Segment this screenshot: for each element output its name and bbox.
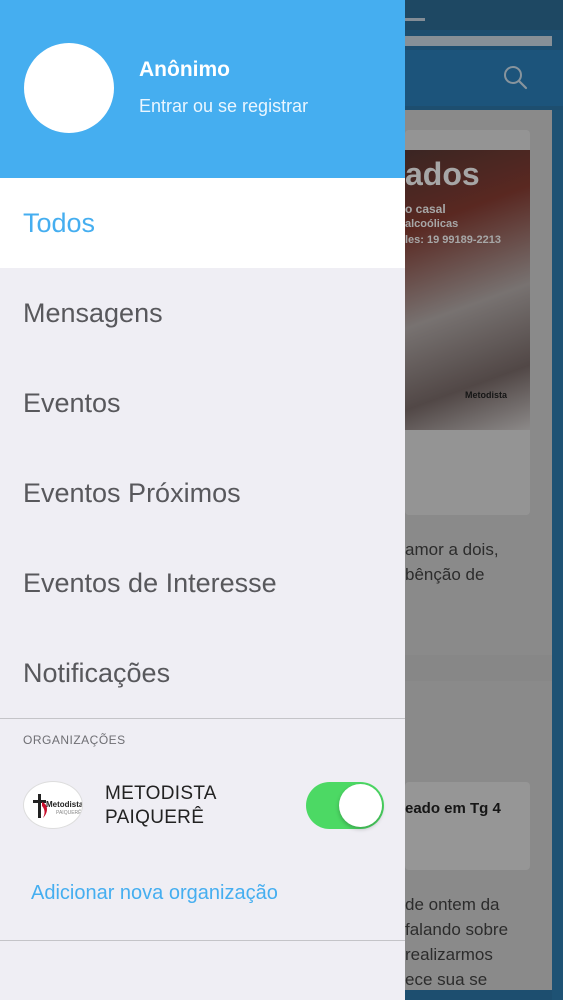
menu-item-eventos[interactable]: Eventos xyxy=(0,358,405,448)
add-organization-link[interactable]: Adicionar nova organização xyxy=(31,882,278,905)
organization-toggle[interactable] xyxy=(306,782,384,829)
toggle-knob xyxy=(339,784,382,827)
menu-item-eventos-proximos[interactable]: Eventos Próximos xyxy=(0,448,405,538)
organization-name: METODISTA PAIQUERÊ xyxy=(105,782,217,830)
user-name: Anônimo xyxy=(139,58,230,81)
navigation-drawer: Anônimo Entrar ou se registrar Todos Men… xyxy=(0,0,405,1000)
organization-row[interactable]: Metodista PAIQUERÊ METODISTA PAIQUERÊ xyxy=(0,770,405,844)
avatar[interactable] xyxy=(24,43,114,133)
organization-name-line2: PAIQUERÊ xyxy=(105,807,205,828)
organizations-section-label: ORGANIZAÇÕES xyxy=(23,733,126,747)
menu-item-eventos-de-interesse[interactable]: Eventos de Interesse xyxy=(0,538,405,628)
organization-name-line1: METODISTA xyxy=(105,783,217,804)
organization-logo-subtext: PAIQUERÊ xyxy=(56,810,82,816)
drawer-menu: Todos Mensagens Eventos Eventos Próximos… xyxy=(0,178,405,718)
organization-logo-text: Metodista xyxy=(46,800,83,809)
menu-item-mensagens[interactable]: Mensagens xyxy=(0,268,405,358)
section-divider xyxy=(0,718,405,719)
menu-item-todos[interactable]: Todos xyxy=(0,178,405,268)
drawer-header[interactable]: Anônimo Entrar ou se registrar xyxy=(0,0,405,178)
login-register-link[interactable]: Entrar ou se registrar xyxy=(139,96,308,117)
menu-item-notificacoes[interactable]: Notificações xyxy=(0,628,405,718)
bottom-divider xyxy=(0,940,405,941)
organization-logo: Metodista PAIQUERÊ xyxy=(23,781,83,829)
